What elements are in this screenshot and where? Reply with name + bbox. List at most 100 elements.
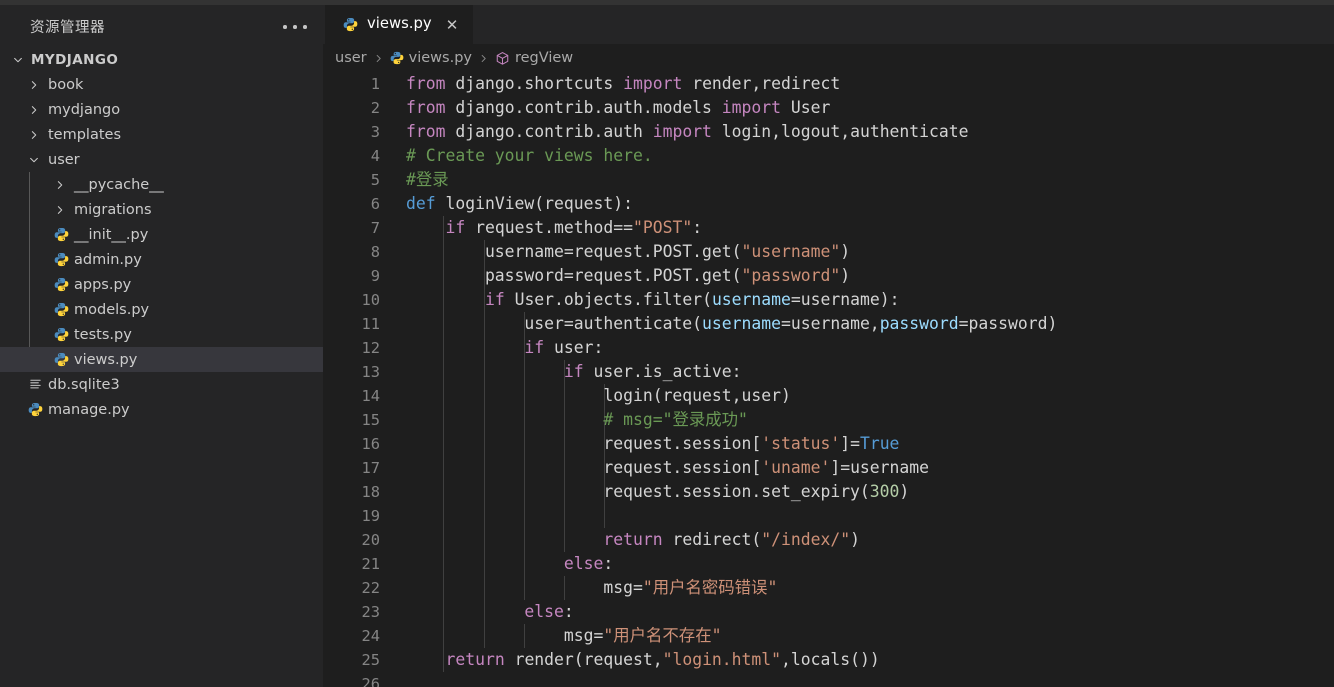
- breadcrumb-label: regView: [514, 50, 574, 66]
- code-line[interactable]: 9 password=request.POST.get("password"): [323, 264, 1334, 288]
- code-line[interactable]: 19: [323, 504, 1334, 528]
- code-line[interactable]: 5 #登录: [323, 168, 1334, 192]
- code-line[interactable]: 23 else:: [323, 600, 1334, 624]
- code-text: return render(request,"login.html",local…: [406, 648, 879, 672]
- chevron-down-icon[interactable]: [10, 52, 26, 68]
- line-number: 21: [361, 555, 380, 573]
- breadcrumb-item-views-py[interactable]: views.py: [390, 50, 472, 66]
- python-file-icon: [343, 17, 358, 36]
- tree-item-label: models.py: [74, 301, 150, 318]
- chevron-right-icon[interactable]: [26, 102, 42, 118]
- token-str: 'uname': [761, 458, 831, 477]
- code-line[interactable]: 18 request.session.set_expiry(300): [323, 480, 1334, 504]
- breadcrumb: user views.py regView: [323, 44, 1334, 72]
- code-text: if user.is_active:: [406, 360, 742, 384]
- token-pln: username=request.POST.get(: [406, 242, 742, 261]
- tree-item-tests-py[interactable]: tests.py: [0, 322, 323, 347]
- token-pln: redirect(: [662, 530, 762, 549]
- code-text: from django.shortcuts import render,redi…: [406, 72, 840, 96]
- token-pln: ): [850, 530, 860, 549]
- python-file-icon: [390, 51, 404, 65]
- tree-item-apps-py[interactable]: apps.py: [0, 272, 323, 297]
- ellipsis-icon[interactable]: [283, 20, 307, 34]
- code-line[interactable]: 26: [323, 672, 1334, 687]
- code-line[interactable]: 2 from django.contrib.auth.models import …: [323, 96, 1334, 120]
- tab-label: views.py: [367, 15, 432, 32]
- tree-item-label: manage.py: [48, 401, 130, 418]
- token-kw: if: [563, 362, 584, 381]
- tree-item-db-sqlite3[interactable]: db.sqlite3: [0, 372, 323, 397]
- code-line[interactable]: 25 return render(request,"login.html",lo…: [323, 648, 1334, 672]
- token-pln: request.session[: [406, 434, 762, 453]
- tree-item-views-py[interactable]: views.py: [0, 347, 323, 372]
- tree-item-models-py[interactable]: models.py: [0, 297, 323, 322]
- indent-guide: [523, 504, 525, 528]
- token-pln: [406, 554, 564, 573]
- token-str: "password": [741, 266, 841, 285]
- chevron-right-icon[interactable]: [52, 177, 68, 193]
- code-line[interactable]: 12 if user:: [323, 336, 1334, 360]
- tree-root-mydjango[interactable]: MYDJANGO: [0, 47, 323, 72]
- code-line[interactable]: 20 return redirect("/index/"): [323, 528, 1334, 552]
- code-line[interactable]: 16 request.session['status']=True: [323, 432, 1334, 456]
- code-line[interactable]: 8 username=request.POST.get("username"): [323, 240, 1334, 264]
- tree-item-admin-py[interactable]: admin.py: [0, 247, 323, 272]
- tree-item-pycache[interactable]: __pycache__: [0, 172, 323, 197]
- token-str: "用户名不存在": [603, 626, 722, 645]
- tree-item-book[interactable]: book: [0, 72, 323, 97]
- token-pln: =password): [958, 314, 1058, 333]
- chevron-right-icon[interactable]: [26, 77, 42, 93]
- tree-item-migrations[interactable]: migrations: [0, 197, 323, 222]
- code-line[interactable]: 4 # Create your views here.: [323, 144, 1334, 168]
- code-line[interactable]: 7 if request.method=="POST":: [323, 216, 1334, 240]
- tree-item-init-py[interactable]: __init__.py: [0, 222, 323, 247]
- tree-item-label: __init__.py: [74, 226, 149, 243]
- code-line[interactable]: 24 msg="用户名不存在": [323, 624, 1334, 648]
- tree-item-mydjango[interactable]: mydjango: [0, 97, 323, 122]
- tree-item-user[interactable]: user: [0, 147, 323, 172]
- python-file-icon: [53, 227, 69, 243]
- code-line[interactable]: 21 else:: [323, 552, 1334, 576]
- code-line[interactable]: 15 # msg="登录成功": [323, 408, 1334, 432]
- breadcrumb-item-user[interactable]: user: [335, 50, 367, 66]
- token-com: # msg="登录成功": [603, 410, 748, 429]
- tree-item-manage-py[interactable]: manage.py: [0, 397, 323, 422]
- breadcrumb-item-regview[interactable]: regView: [495, 50, 573, 66]
- code-text: from django.contrib.auth.models import U…: [406, 96, 830, 120]
- tab-views-py[interactable]: views.py ✕: [325, 5, 473, 44]
- chevron-down-icon[interactable]: [26, 152, 42, 168]
- token-pln: [406, 218, 445, 237]
- chevron-right-icon[interactable]: [52, 202, 68, 218]
- close-icon[interactable]: ✕: [443, 16, 461, 34]
- tree-item-templates[interactable]: templates: [0, 122, 323, 147]
- line-number: 13: [361, 363, 380, 381]
- token-kw: else: [563, 554, 604, 573]
- code-line[interactable]: 22 msg="用户名密码错误": [323, 576, 1334, 600]
- token-pln: [406, 362, 564, 381]
- code-line[interactable]: 13 if user.is_active:: [323, 360, 1334, 384]
- code-line[interactable]: 3 from django.contrib.auth import login,l…: [323, 120, 1334, 144]
- code-editor-content[interactable]: 1 from django.shortcuts import render,red…: [323, 72, 1334, 687]
- line-number: 19: [361, 507, 380, 525]
- tree-root-label: MYDJANGO: [31, 51, 119, 68]
- code-line[interactable]: 14 login(request,user): [323, 384, 1334, 408]
- breadcrumb-separator: [478, 53, 489, 64]
- chevron-right-icon[interactable]: [26, 127, 42, 143]
- tree-item-label: tests.py: [74, 326, 132, 343]
- token-pln: user.is_active:: [583, 362, 742, 381]
- line-number: 11: [361, 315, 380, 333]
- code-line[interactable]: 10 if User.objects.filter(username=usern…: [323, 288, 1334, 312]
- code-line[interactable]: 6 def loginView(request):: [323, 192, 1334, 216]
- token-pln: user=authenticate(: [406, 314, 703, 333]
- code-line[interactable]: 11 user=authenticate(username=username,p…: [323, 312, 1334, 336]
- line-number: 2: [370, 99, 380, 117]
- token-pln: =username):: [790, 290, 900, 309]
- code-line[interactable]: 17 request.session['uname']=username: [323, 456, 1334, 480]
- token-kw: if: [484, 290, 505, 309]
- token-var: username: [711, 290, 791, 309]
- code-line[interactable]: 1 from django.shortcuts import render,red…: [323, 72, 1334, 96]
- explorer-sidebar: 资源管理器 MYDJANGO book mydjango templates user _…: [0, 5, 323, 687]
- vscode-window: 资源管理器 MYDJANGO book mydjango templates user _…: [0, 0, 1334, 687]
- line-number: 12: [361, 339, 380, 357]
- line-number: 3: [370, 123, 380, 141]
